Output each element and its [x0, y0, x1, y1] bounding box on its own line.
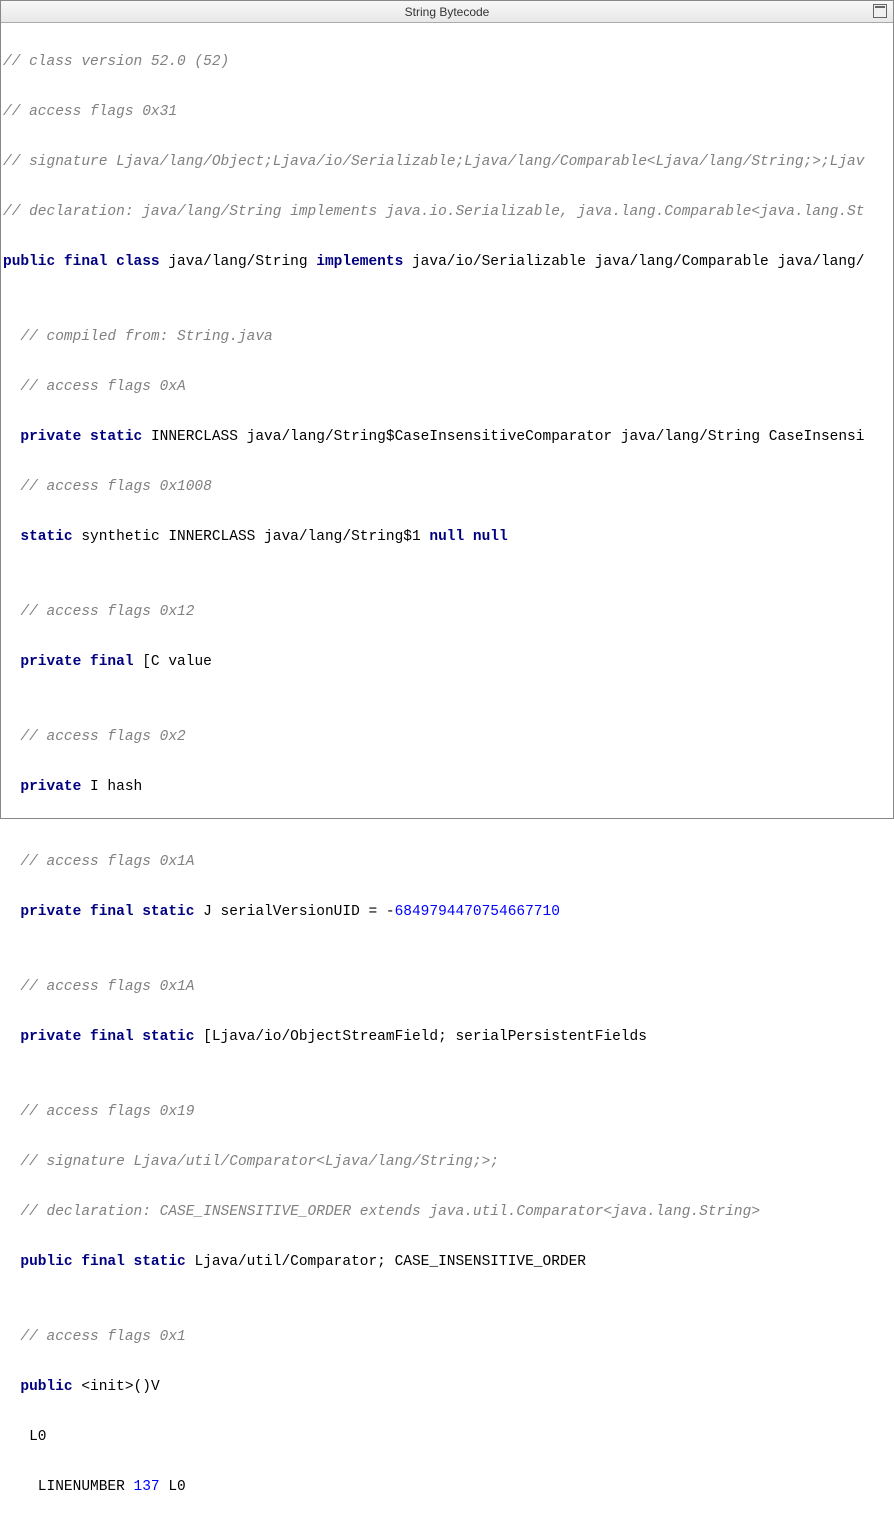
keyword: private static	[20, 429, 151, 445]
code-comment: // access flags 0xA	[3, 375, 893, 400]
keyword: private final static	[20, 904, 203, 920]
code-text: Ljava/util/Comparator; CASE_INSENSITIVE_…	[194, 1254, 586, 1270]
indent	[3, 529, 20, 545]
keyword: public final static	[20, 1254, 194, 1270]
bytecode-viewer: // class version 52.0 (52) // access fla…	[1, 23, 893, 1525]
code-line: static synthetic INNERCLASS java/lang/St…	[3, 525, 893, 550]
indent	[3, 429, 20, 445]
code-line: public final class java/lang/String impl…	[3, 250, 893, 275]
keyword: public	[20, 1379, 81, 1395]
code-comment: // declaration: CASE_INSENSITIVE_ORDER e…	[3, 1200, 893, 1225]
code-text: J serialVersionUID = -	[203, 904, 394, 920]
code-text: java/io/Serializable java/lang/Comparabl…	[412, 254, 864, 270]
code-comment: // compiled from: String.java	[3, 325, 893, 350]
code-line: public final static Ljava/util/Comparato…	[3, 1250, 893, 1275]
code-comment: // access flags 0x1A	[3, 975, 893, 1000]
code-line: private final static [Ljava/io/ObjectStr…	[3, 1025, 893, 1050]
code-comment: // access flags 0x31	[3, 100, 893, 125]
number-literal: 137	[134, 1479, 160, 1495]
code-comment: // access flags 0x1008	[3, 475, 893, 500]
code-line: public <init>()V	[3, 1375, 893, 1400]
code-text: java/lang/String	[168, 254, 316, 270]
code-comment: // access flags 0x1A	[3, 850, 893, 875]
code-line: L0	[3, 1425, 893, 1450]
code-comment: // access flags 0x12	[3, 600, 893, 625]
keyword: implements	[316, 254, 412, 270]
code-comment: // access flags 0x19	[3, 1100, 893, 1125]
code-text: I hash	[90, 779, 142, 795]
indent	[3, 1379, 20, 1395]
indent	[3, 779, 20, 795]
code-comment: // signature Ljava/lang/Object;Ljava/io/…	[3, 150, 893, 175]
code-text: <init>()V	[81, 1379, 159, 1395]
code-line: private final static J serialVersionUID …	[3, 900, 893, 925]
window-title: String Bytecode	[405, 5, 490, 19]
maximize-icon[interactable]	[873, 4, 887, 18]
code-comment: // access flags 0x2	[3, 725, 893, 750]
code-comment: // signature Ljava/util/Comparator<Ljava…	[3, 1150, 893, 1175]
keyword: null null	[429, 529, 507, 545]
code-comment: // declaration: java/lang/String impleme…	[3, 200, 893, 225]
indent	[3, 1254, 20, 1270]
code-text: [C value	[142, 654, 212, 670]
keyword: static	[20, 529, 81, 545]
keyword: private final	[20, 654, 142, 670]
code-line: private static INNERCLASS java/lang/Stri…	[3, 425, 893, 450]
code-text: L0	[160, 1479, 186, 1495]
code-line: LINENUMBER 137 L0	[3, 1475, 893, 1500]
keyword: private final static	[20, 1029, 203, 1045]
indent	[3, 904, 20, 920]
keyword: public final class	[3, 254, 168, 270]
number-literal: 6849794470754667710	[395, 904, 560, 920]
code-text: INNERCLASS java/lang/String$CaseInsensit…	[151, 429, 865, 445]
indent	[3, 1029, 20, 1045]
code-text: synthetic INNERCLASS java/lang/String$1	[81, 529, 429, 545]
code-line: private final [C value	[3, 650, 893, 675]
indent	[3, 654, 20, 670]
code-text: [Ljava/io/ObjectStreamField; serialPersi…	[203, 1029, 647, 1045]
code-line: private I hash	[3, 775, 893, 800]
code-text: LINENUMBER	[3, 1479, 134, 1495]
code-comment: // access flags 0x1	[3, 1325, 893, 1350]
code-comment: // class version 52.0 (52)	[3, 50, 893, 75]
window-title-bar: String Bytecode	[1, 1, 893, 23]
keyword: private	[20, 779, 90, 795]
